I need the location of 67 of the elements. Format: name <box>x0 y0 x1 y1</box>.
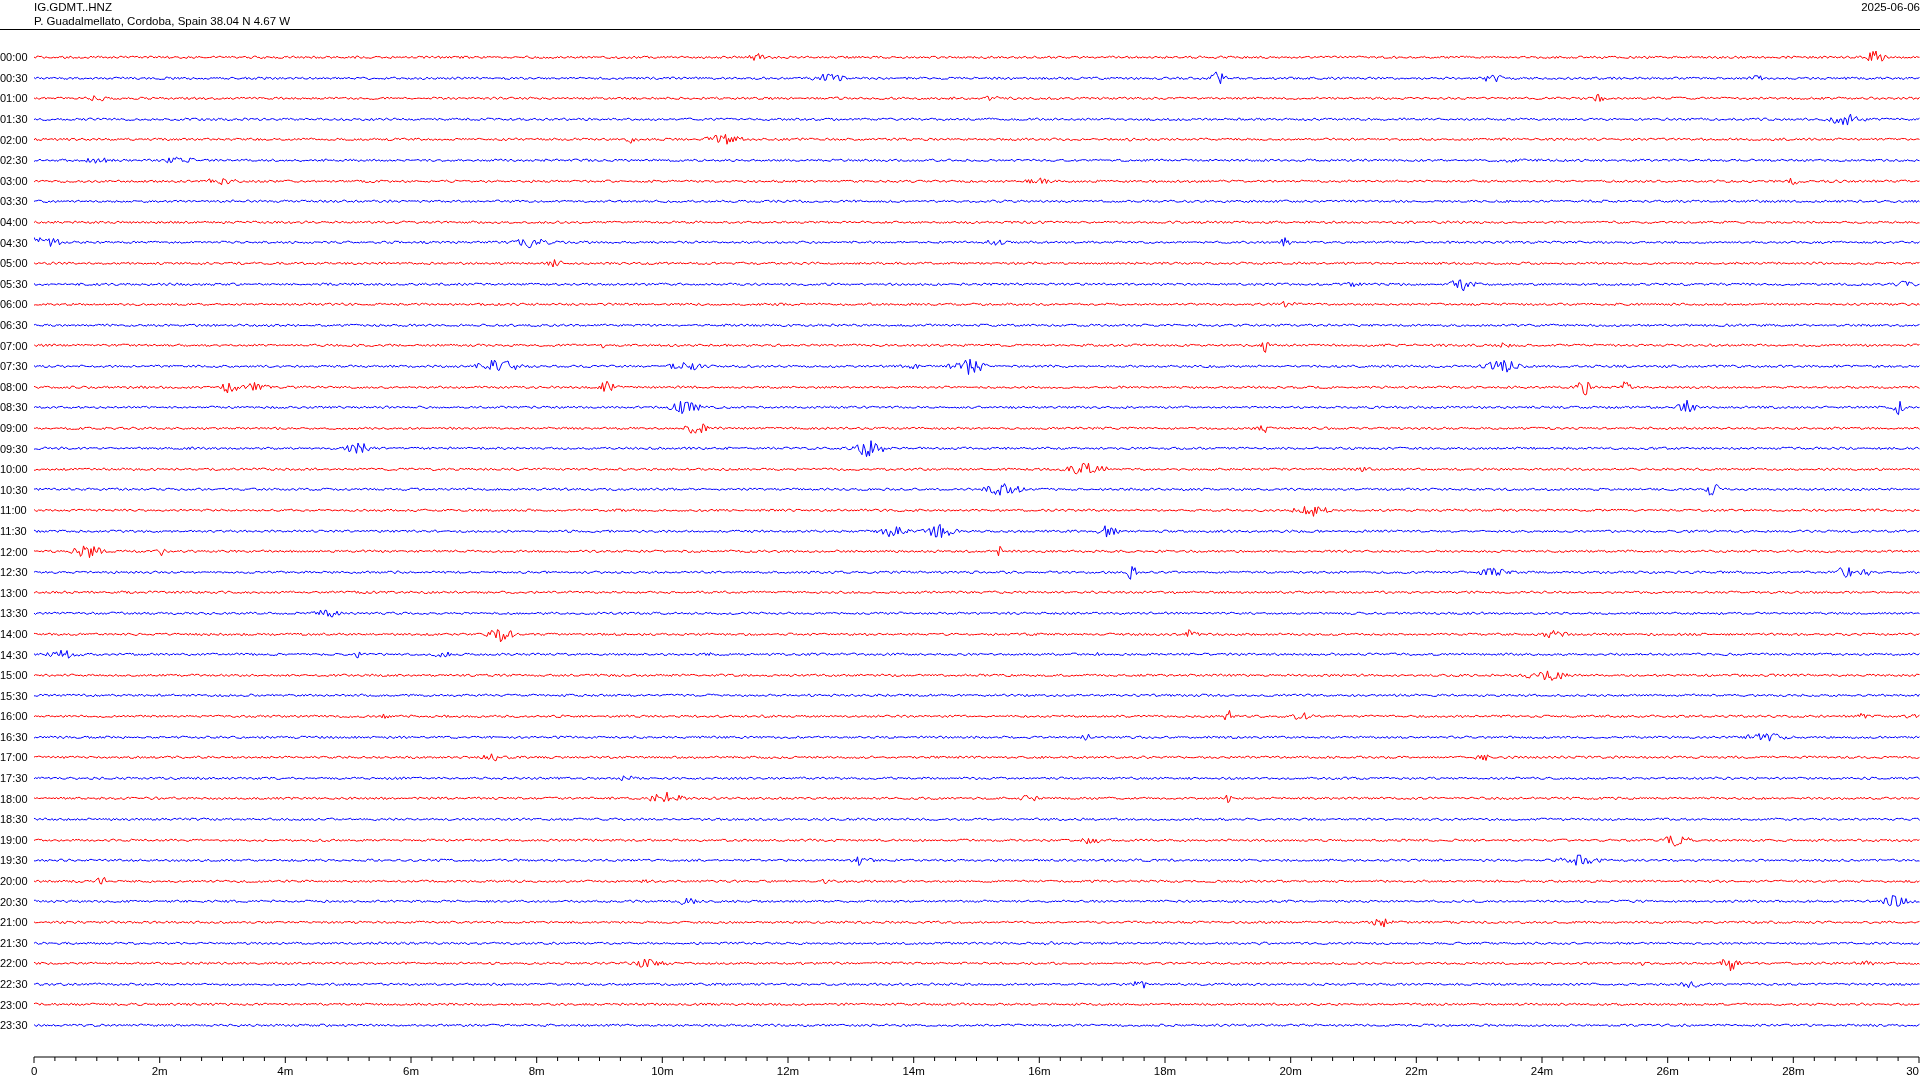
hour-label: 04:00 <box>0 216 29 229</box>
tick-label: 20m <box>1279 1064 1302 1077</box>
tick-label: 4m <box>277 1064 294 1077</box>
hour-label: 17:30 <box>0 772 29 785</box>
hour-label: 01:30 <box>0 113 29 126</box>
hour-label: 06:30 <box>0 319 29 331</box>
hour-label: 12:00 <box>0 545 29 558</box>
hour-label: 05:00 <box>0 257 29 270</box>
tick-label: 22m <box>1405 1064 1428 1077</box>
tick-label: 6m <box>403 1064 419 1077</box>
hour-label: 20:00 <box>0 875 29 888</box>
hour-label: 19:00 <box>0 833 29 846</box>
hour-label: 16:00 <box>0 710 29 723</box>
tick-label: 18m <box>1153 1064 1177 1077</box>
tick-label: 10m <box>651 1064 674 1077</box>
hour-label: 17:00 <box>0 751 29 764</box>
hour-label: 21:30 <box>0 936 29 949</box>
hour-label: 20:30 <box>0 895 29 908</box>
tick-label: 26m <box>1656 1064 1679 1077</box>
station-location: P. Guadalmellato, Cordoba, Spain 38.04 N 4.67 W <box>34 14 291 28</box>
hour-label: 16:30 <box>0 730 29 743</box>
tick-label: 24m <box>1530 1064 1554 1077</box>
hour-label: 14:30 <box>0 648 29 661</box>
hour-label: 02:00 <box>0 133 29 146</box>
hour-label: 23:30 <box>0 1019 29 1032</box>
tick-label: 16m <box>1028 1064 1051 1077</box>
hour-label: 08:30 <box>0 401 29 414</box>
hour-label: 07:00 <box>0 339 29 352</box>
tick-label: 0 <box>31 1064 38 1077</box>
hour-label: 10:30 <box>0 483 29 496</box>
hour-label: 04:30 <box>0 236 29 249</box>
hour-label: 18:30 <box>0 813 29 826</box>
hour-label: 09:00 <box>0 422 29 434</box>
tick-label: 30 <box>1906 1064 1919 1077</box>
hour-label: 07:30 <box>0 360 29 373</box>
hour-label: 18:00 <box>0 792 29 805</box>
hour-label: 00:00 <box>0 51 29 64</box>
hour-label: 10:00 <box>0 463 29 476</box>
hour-label: 00:30 <box>0 71 29 84</box>
hour-label: 09:30 <box>0 442 29 455</box>
hour-label: 22:00 <box>0 957 29 970</box>
hour-label: 03:30 <box>0 195 29 208</box>
hour-label: 03:00 <box>0 174 29 187</box>
hour-label: 01:00 <box>0 92 29 105</box>
hour-label: 12:30 <box>0 566 29 579</box>
hour-label: 14:00 <box>0 627 29 640</box>
hour-label: 13:00 <box>0 586 29 599</box>
hour-label: 19:30 <box>0 854 29 867</box>
hour-label: 08:00 <box>0 380 29 393</box>
hour-label: 02:30 <box>0 154 29 167</box>
tick-label: 28m <box>1782 1064 1805 1077</box>
tick-label: 8m <box>528 1064 545 1077</box>
hour-label: 11:30 <box>0 524 28 537</box>
date-label: 2025-06-06 <box>1861 0 1920 14</box>
tick-label: 12m <box>776 1064 800 1077</box>
hour-label: 23:00 <box>0 998 29 1011</box>
hour-label: 22:30 <box>0 978 29 990</box>
hour-label: 11:00 <box>0 504 28 517</box>
hour-label: 21:00 <box>0 916 29 929</box>
channel-code: IG.GDMT..HNZ <box>34 0 113 14</box>
hour-label: 15:30 <box>0 689 29 702</box>
hour-label: 05:30 <box>0 277 29 290</box>
hour-label: 15:00 <box>0 669 29 682</box>
tick-label: 2m <box>151 1064 168 1077</box>
tick-label: 14m <box>902 1064 925 1077</box>
hour-label: 13:30 <box>0 607 29 620</box>
hour-label: 06:00 <box>0 298 29 311</box>
